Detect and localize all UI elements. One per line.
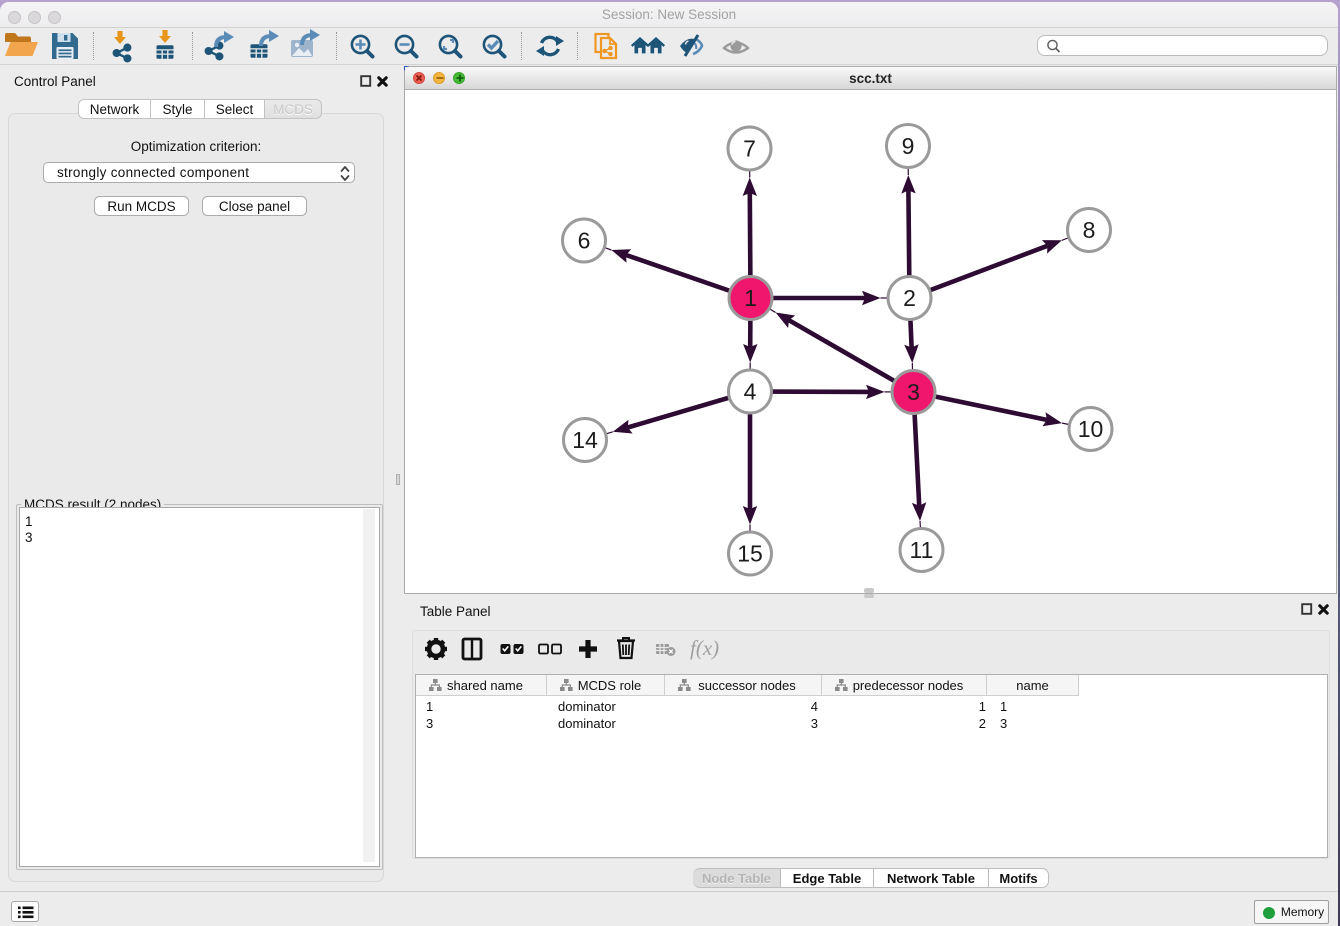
svg-text:8: 8 — [1083, 217, 1096, 243]
svg-text:9: 9 — [902, 133, 915, 159]
svg-text:10: 10 — [1078, 416, 1104, 442]
svg-text:7: 7 — [743, 136, 756, 162]
svg-text:11: 11 — [910, 537, 934, 563]
svg-text:2: 2 — [903, 285, 916, 311]
svg-text:4: 4 — [744, 379, 757, 405]
svg-text:1: 1 — [744, 285, 757, 311]
svg-text:15: 15 — [737, 541, 763, 567]
svg-text:3: 3 — [907, 379, 920, 405]
svg-text:6: 6 — [578, 228, 591, 254]
svg-text:14: 14 — [572, 427, 598, 453]
